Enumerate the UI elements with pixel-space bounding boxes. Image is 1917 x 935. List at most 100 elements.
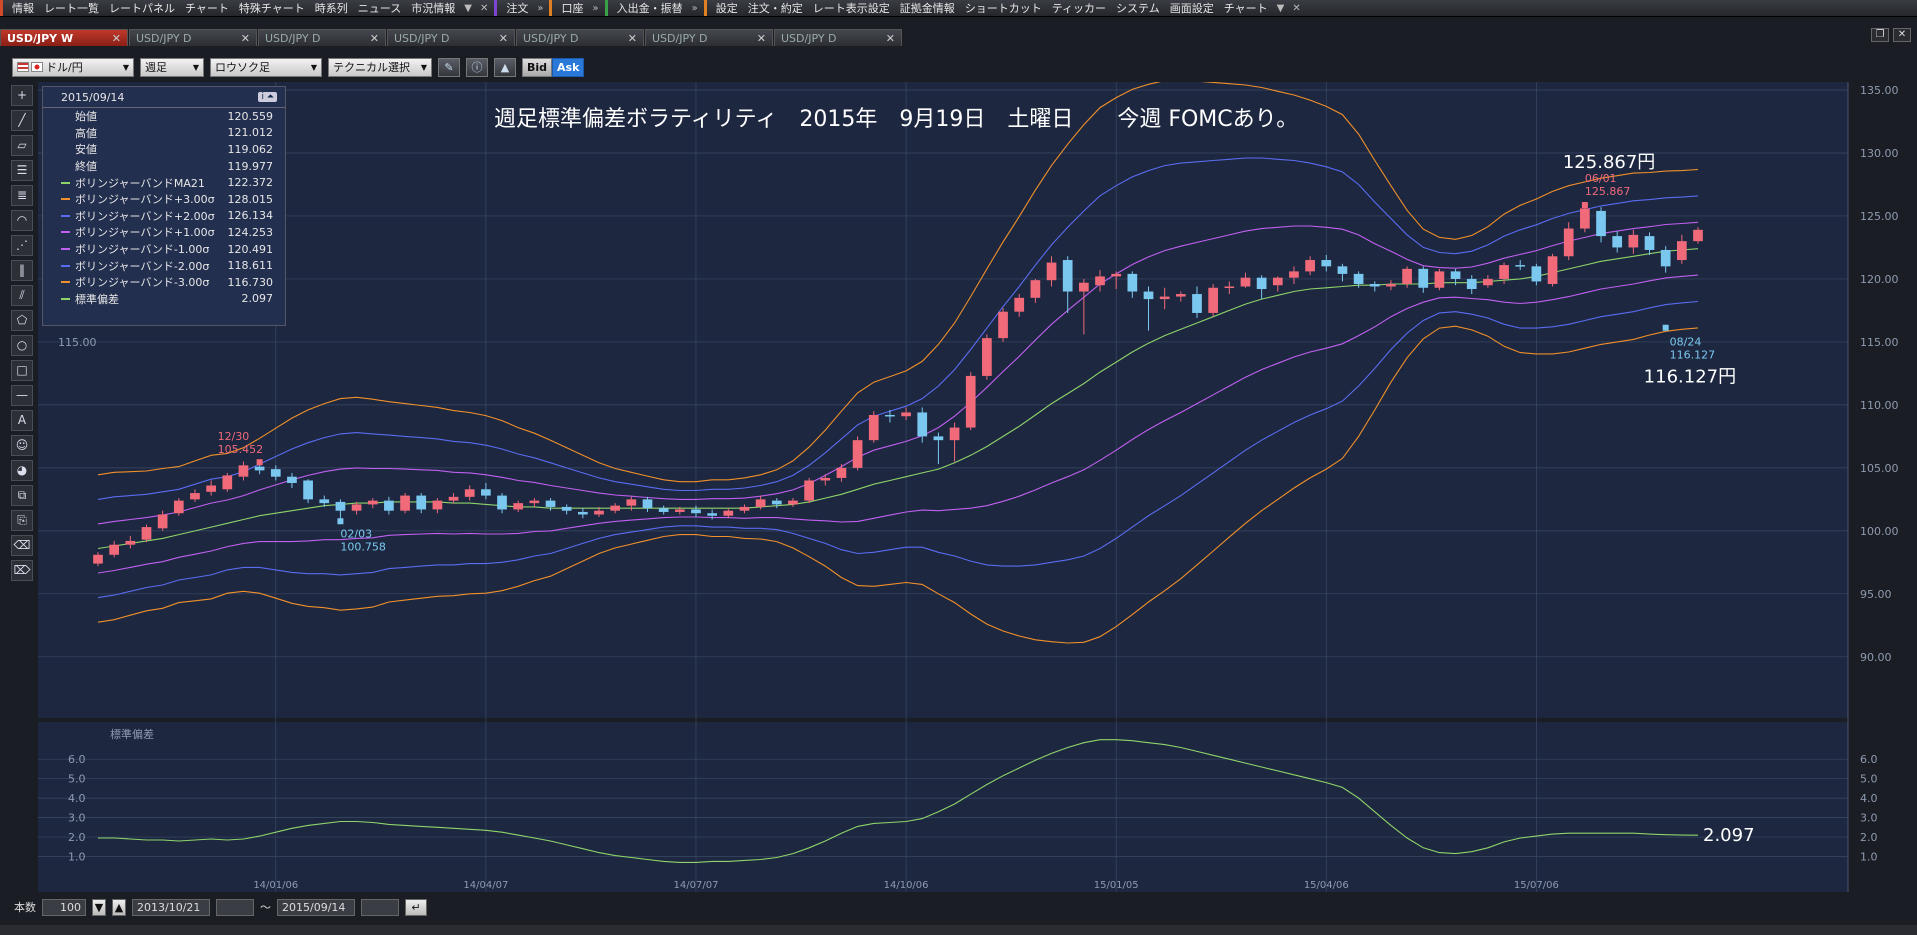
candle-body xyxy=(1224,286,1235,288)
us-flag-icon xyxy=(17,62,29,72)
fan-icon[interactable]: ⋰ xyxy=(11,235,33,256)
menu-item[interactable]: レート表示設定 xyxy=(808,0,895,16)
close-icon[interactable]: ✕ xyxy=(241,32,250,45)
chart-style-select[interactable]: ロウソク足 ▼ xyxy=(210,57,322,77)
more-icon[interactable]: » xyxy=(533,3,547,14)
count-up-icon[interactable]: ▲ xyxy=(112,898,126,916)
menu-item[interactable]: ニュース xyxy=(353,0,406,16)
menu-item[interactable]: 設定 xyxy=(711,0,743,16)
menu-item[interactable]: 市況情報 xyxy=(406,0,460,16)
line-icon[interactable]: — xyxy=(11,385,33,406)
menu-item[interactable]: 注文 xyxy=(501,0,533,16)
chart-tab[interactable]: USD/JPY D ✕ xyxy=(645,29,773,46)
info-row-label-group: ボリンジャーバンド-3.00σ xyxy=(61,274,209,290)
menu-item[interactable]: 注文・約定 xyxy=(743,0,808,16)
window-controls: ❐ ✕ xyxy=(1871,28,1911,42)
chart-area[interactable]: 135.00 130.00 125.00 120.00 115.00 115.00 110.… xyxy=(38,82,1917,892)
rectangle-icon[interactable]: □ xyxy=(11,360,33,381)
close-icon[interactable]: ✕ xyxy=(370,32,379,45)
eraser-icon[interactable]: ⌫ xyxy=(11,535,33,556)
chevron-down-icon[interactable]: ▼ xyxy=(1273,3,1289,14)
to-time-field[interactable] xyxy=(361,898,399,916)
info-row: 終値 119.977 xyxy=(43,158,285,175)
chart-tab[interactable]: USD/JPY D ✕ xyxy=(516,29,644,46)
close-icon[interactable]: ✕ xyxy=(886,32,895,45)
arc-icon[interactable]: ◠ xyxy=(11,210,33,231)
bid-button[interactable]: Bid xyxy=(522,57,553,77)
info-collapse-icon[interactable]: i ⏶ xyxy=(258,92,277,102)
menu-item[interactable]: 時系列 xyxy=(310,0,353,16)
menu-item[interactable]: 入出金・振替 xyxy=(612,0,688,16)
paste-icon[interactable]: ⎘ xyxy=(11,510,33,531)
close-icon[interactable]: ✕ xyxy=(112,32,121,45)
chevron-down-icon[interactable]: ▼ xyxy=(460,3,476,14)
erase-all-icon[interactable]: ⌦ xyxy=(11,560,33,581)
pentagon-icon[interactable]: ⬠ xyxy=(11,310,33,331)
indicator-y-tick-label-left: 1.0 xyxy=(68,851,86,864)
technical-select[interactable]: テクニカル選択 ▼ xyxy=(328,57,432,77)
ask-button[interactable]: Ask xyxy=(552,57,585,77)
copy-icon[interactable]: ⧉ xyxy=(11,485,33,506)
count-dropdown-icon[interactable]: ▼ xyxy=(92,898,106,916)
crosshair-icon[interactable]: + xyxy=(11,85,33,106)
chart-tab[interactable]: USD/JPY W ✕ xyxy=(0,29,128,46)
currency-pair-select[interactable]: ドル/円 ▼ xyxy=(12,57,134,77)
restore-icon[interactable]: ❐ xyxy=(1871,28,1889,42)
menu-item[interactable]: ショートカット xyxy=(960,0,1047,16)
vertical-lines-icon[interactable]: ‖ xyxy=(11,260,33,281)
menu-item[interactable]: システム xyxy=(1111,0,1165,16)
info-row-value: 128.015 xyxy=(227,192,274,206)
close-icon[interactable]: ✕ xyxy=(1893,28,1911,42)
info-icon[interactable]: ⓘ xyxy=(466,57,488,77)
chart-svg[interactable]: 135.00 130.00 125.00 120.00 115.00 115.00 110.… xyxy=(38,82,1917,892)
close-icon[interactable]: ✕ xyxy=(1288,3,1304,14)
color-icon[interactable]: ◕ xyxy=(11,460,33,481)
return-icon[interactable]: ↵ xyxy=(405,898,427,916)
ruler-icon[interactable]: ▱ xyxy=(11,135,33,156)
menu-item[interactable]: 口座 xyxy=(556,0,588,16)
close-icon[interactable]: ✕ xyxy=(476,3,492,14)
text-icon[interactable]: A xyxy=(11,410,33,431)
more-icon[interactable]: » xyxy=(588,3,602,14)
info-row-label: 終値 xyxy=(75,160,97,174)
from-time-field[interactable] xyxy=(216,898,254,916)
menu-item[interactable]: レート一覧 xyxy=(39,0,104,16)
candle-body xyxy=(1208,287,1218,313)
channel-icon[interactable]: ⫽ xyxy=(11,285,33,306)
menu-item[interactable]: 証拠金情報 xyxy=(895,0,960,16)
menu-item[interactable]: 特殊チャート xyxy=(234,0,310,16)
period-select[interactable]: 週足 ▼ xyxy=(140,57,204,77)
candle-body xyxy=(416,495,427,510)
trendline-icon[interactable]: ╱ xyxy=(11,110,33,131)
menu-item[interactable]: チャート xyxy=(180,0,234,16)
menu-item[interactable]: 画面設定 xyxy=(1165,0,1219,16)
chart-tab[interactable]: USD/JPY D ✕ xyxy=(387,29,515,46)
menu-item[interactable]: チャート xyxy=(1219,0,1273,16)
to-date-field[interactable]: 2015/09/14 xyxy=(277,898,355,916)
chart-tab[interactable]: USD/JPY D ✕ xyxy=(774,29,902,46)
chart-tab[interactable]: USD/JPY D ✕ xyxy=(258,29,386,46)
menu-item[interactable]: ティッカー xyxy=(1047,0,1111,16)
menu-item[interactable]: レートパネル xyxy=(104,0,180,16)
chart-tab[interactable]: USD/JPY D ✕ xyxy=(129,29,257,46)
close-icon[interactable]: ✕ xyxy=(628,32,637,45)
emoji-icon[interactable]: ☺ xyxy=(11,435,33,456)
circle-icon[interactable]: ○ xyxy=(11,335,33,356)
candle-body xyxy=(901,412,911,417)
close-icon[interactable]: ✕ xyxy=(757,32,766,45)
close-icon[interactable]: ✕ xyxy=(499,32,508,45)
candle-body xyxy=(125,540,136,545)
info-row-value: 118.611 xyxy=(227,259,274,273)
more-icon[interactable]: » xyxy=(688,3,702,14)
info-row-label: 標準偏差 xyxy=(75,292,119,306)
high-big-label: 125.867円 xyxy=(1563,152,1655,173)
area-chart-icon[interactable]: ▲ xyxy=(494,57,516,77)
horizontal-lines-icon[interactable]: ☰ xyxy=(11,160,33,181)
pen-icon[interactable]: ✎ xyxy=(438,57,460,77)
from-date-field[interactable]: 2013/10/21 xyxy=(132,898,210,916)
fibonacci-icon[interactable]: ≣ xyxy=(11,185,33,206)
info-row-value: 124.253 xyxy=(227,225,274,239)
info-rows: 始値 120.559 高値 121.012 安値 119.062 終値 119.977 ボリンジ… xyxy=(43,108,285,307)
count-field[interactable]: 100 xyxy=(42,898,86,916)
menu-item[interactable]: 情報 xyxy=(7,0,39,16)
